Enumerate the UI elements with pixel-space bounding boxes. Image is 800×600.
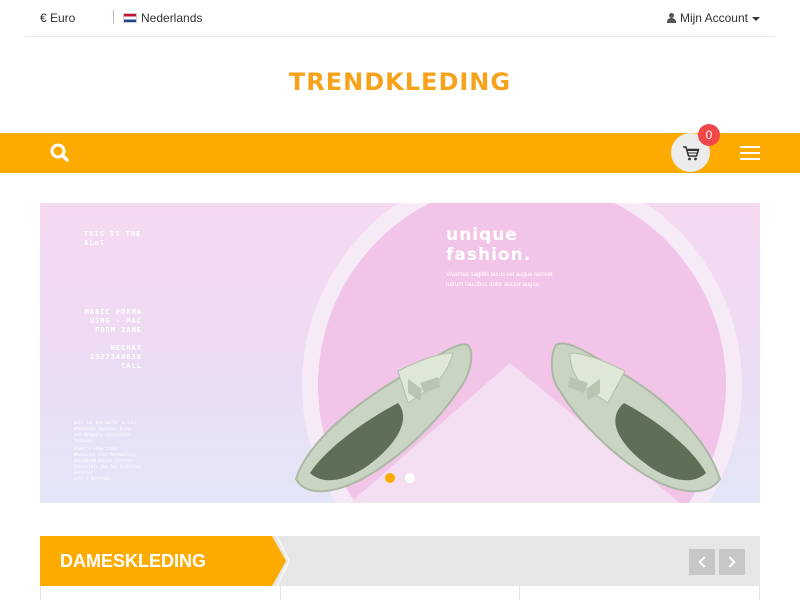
- chevron-right-icon: [724, 556, 736, 568]
- site-logo[interactable]: TRENDKLEDING: [0, 68, 800, 96]
- product-card[interactable]: [281, 586, 521, 600]
- divider: [113, 10, 114, 24]
- hamburger-menu-button[interactable]: [740, 146, 760, 160]
- language-label: Nederlands: [141, 11, 203, 25]
- banner-text-block-3: WECHAT 2327340030 CALL: [89, 344, 142, 370]
- banner-text-block-5: Ahmet's shop trade Wholesale Cost Method…: [74, 446, 142, 481]
- shoes-image: [294, 342, 722, 493]
- section-title: DAMESKLEDING: [40, 536, 286, 586]
- banner-text-block-1: THIS IS THE ALoT: [84, 230, 142, 247]
- section-header: DAMESKLEDING: [40, 536, 760, 586]
- account-menu[interactable]: Mijn Account: [666, 11, 760, 25]
- search-button[interactable]: [48, 141, 72, 165]
- search-icon: [50, 143, 69, 162]
- user-icon: [666, 13, 676, 23]
- banner-text-block-2: MAGIC FORMA USHG - MAC FORM ZANE: [84, 308, 142, 334]
- chevron-down-icon: [752, 16, 760, 21]
- chevron-left-icon: [698, 556, 710, 568]
- menu-bar: [740, 158, 760, 160]
- banner-subtitle: Vivamus sagittis lacus vel augue laoreet…: [446, 272, 553, 288]
- menu-bar: [740, 146, 760, 148]
- banner-text-block-4: Wall for the world' a tool Wholesale fas…: [74, 420, 137, 443]
- carousel-prev-button[interactable]: [689, 549, 715, 575]
- menu-bar: [740, 152, 760, 154]
- language-selector[interactable]: Nederlands: [123, 11, 202, 25]
- currency-selector[interactable]: € Euro: [40, 11, 75, 25]
- slider-dot-1[interactable]: [385, 473, 395, 483]
- hero-banner[interactable]: THIS IS THE ALoT MAGIC FORMA USHG - MAC …: [40, 203, 760, 503]
- cart-count-badge: 0: [698, 124, 720, 146]
- banner-headline: unique fashion.: [446, 225, 532, 265]
- product-grid: [40, 586, 761, 600]
- slider-dots: [385, 473, 415, 483]
- carousel-next-button[interactable]: [719, 549, 745, 575]
- slider-dot-2[interactable]: [405, 473, 415, 483]
- top-bar: € Euro Nederlands Mijn Account: [25, 0, 775, 37]
- product-card[interactable]: [41, 586, 281, 600]
- account-label: Mijn Account: [679, 11, 748, 25]
- netherlands-flag-icon: [123, 13, 137, 23]
- product-card[interactable]: [520, 586, 761, 600]
